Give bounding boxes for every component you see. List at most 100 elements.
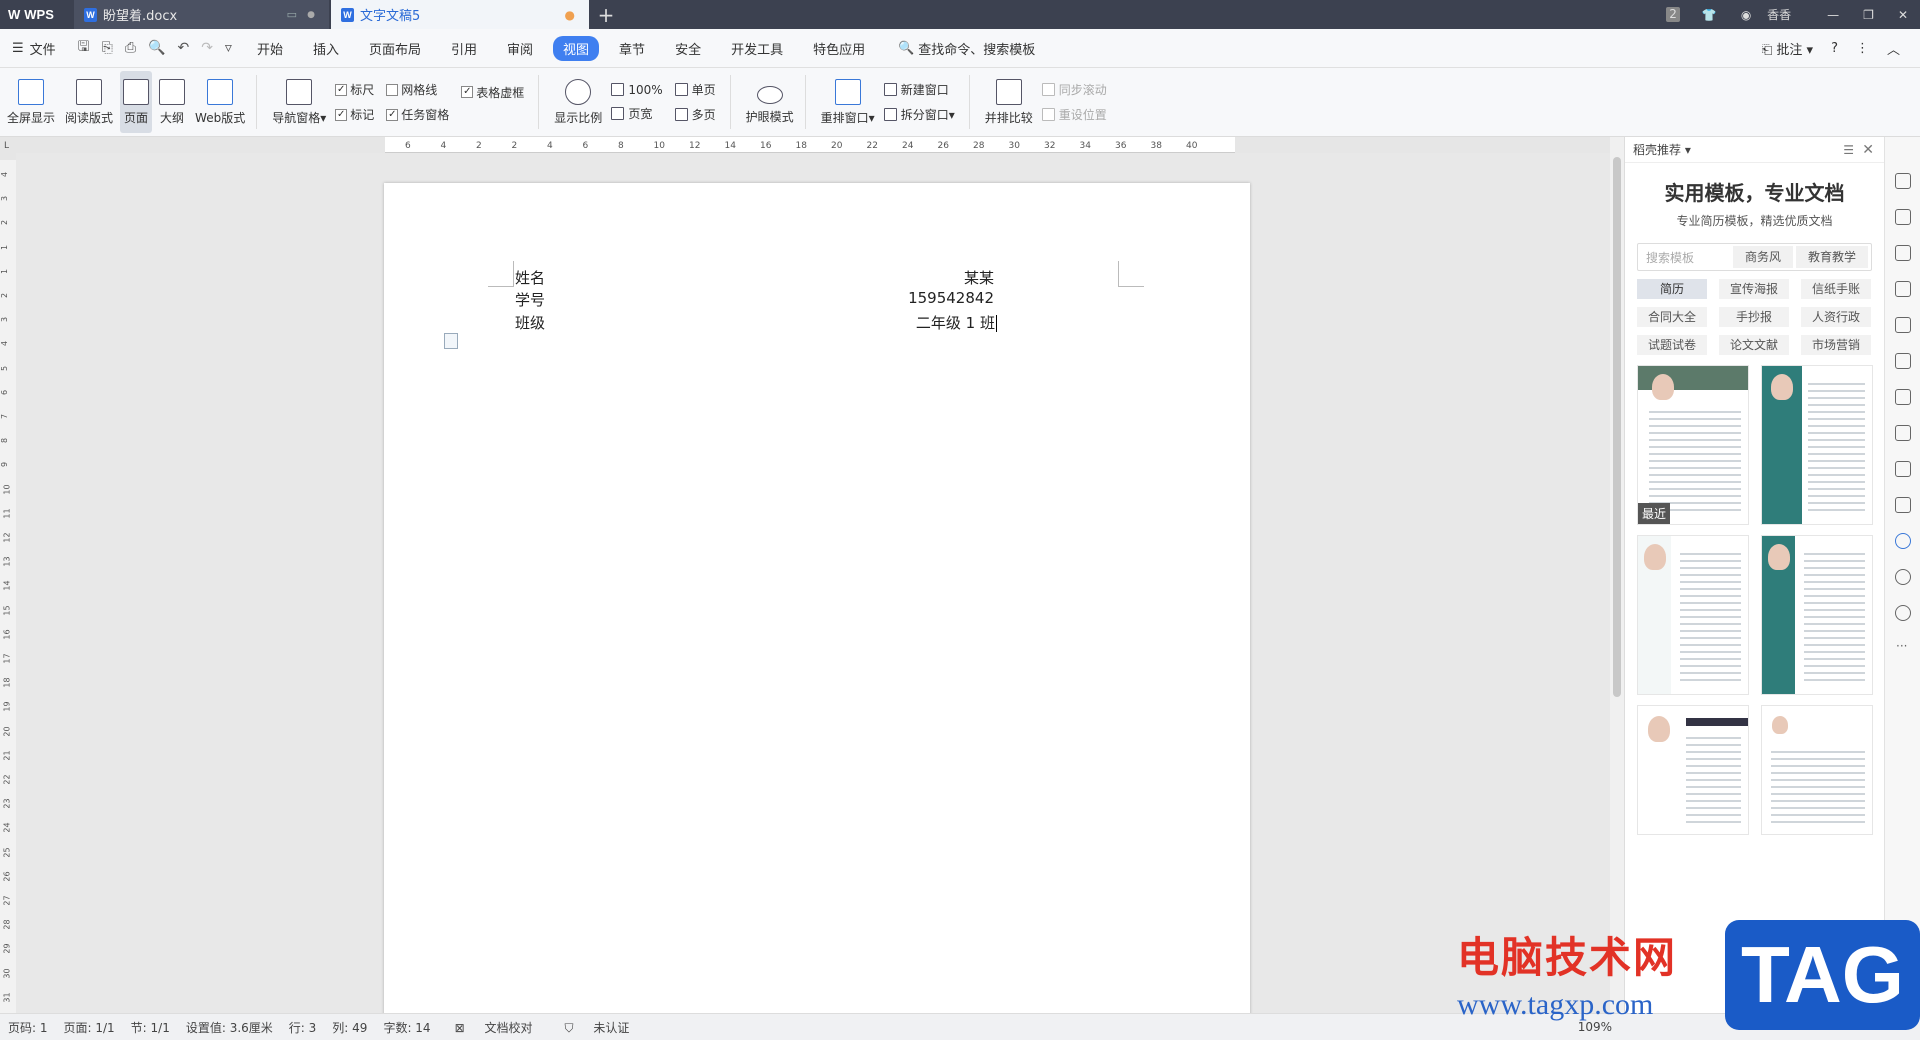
settings-icon[interactable] (1895, 353, 1911, 369)
copy-icon[interactable] (1895, 389, 1911, 405)
cert-status[interactable]: ⛉ 未认证 (548, 1019, 645, 1036)
scrollbar-thumb[interactable] (1613, 157, 1621, 697)
vertical-ruler[interactable]: 4 3 2 1 1 2 3 4 5 6 7 8 9 10 11 12 13 14 15 16 17 18 19 20 21 22 2… (0, 160, 16, 1015)
ruler-corner[interactable]: L (0, 137, 16, 159)
template-thumbnail[interactable] (1761, 535, 1873, 695)
side-by-side-button[interactable]: 并排比较 (982, 71, 1036, 133)
read-mode-button[interactable]: 阅读版式 (62, 71, 116, 133)
template-search-input[interactable]: 搜索模板 (1638, 249, 1733, 266)
side-panel-title-button[interactable]: 稻壳推荐 ▾ (1633, 141, 1691, 158)
annotate-button[interactable]: ⎗ 批注 ▾ (1762, 39, 1813, 58)
status-setting[interactable]: 设置值: 3.6厘米 (178, 1019, 281, 1036)
more-icon[interactable]: ··· (1896, 639, 1907, 653)
restore-button[interactable]: ❐ (1851, 8, 1886, 22)
panel-menu-icon[interactable]: ☰ (1843, 143, 1854, 157)
monitor-icon[interactable]: ▭ (287, 8, 297, 21)
tab-document-2[interactable]: W 文字文稿5 ● (331, 0, 589, 29)
category-poster[interactable]: 宣传海报 (1719, 279, 1789, 299)
template-thumbnail[interactable]: 最近 (1637, 365, 1749, 525)
shapes-icon[interactable] (1895, 245, 1911, 261)
zoom-100-button[interactable]: 100% (611, 83, 663, 97)
menu-security[interactable]: 安全 (665, 36, 711, 61)
menu-view[interactable]: 视图 (553, 35, 600, 61)
share-icon[interactable] (1895, 425, 1911, 441)
doc-text-name[interactable]: 姓名 (515, 267, 545, 288)
outline-button[interactable]: 大纲 (156, 71, 188, 133)
horizontal-ruler[interactable]: 6 4 2 2 4 6 8 10 12 14 16 18 20 22 24 26 28 30 32 34 36 38 40 (385, 137, 1235, 153)
doc-text-name-value[interactable]: 某某 (964, 267, 994, 288)
menu-insert[interactable]: 插入 (303, 36, 349, 61)
gridlines-checkbox[interactable]: 网格线 (386, 81, 449, 98)
zoom-button[interactable]: 显示比例 (551, 71, 605, 133)
status-page-number[interactable]: 页码: 1 (0, 1019, 56, 1036)
search-tag-business[interactable]: 商务风 (1732, 246, 1793, 268)
category-hr[interactable]: 人资行政 (1801, 307, 1871, 327)
table-dotted-checkbox[interactable]: ✓ 表格虚框 (461, 84, 524, 101)
print-preview-icon[interactable]: 🔍 (148, 40, 165, 56)
archive-icon[interactable] (1895, 461, 1911, 477)
paragraph-options-icon[interactable] (444, 333, 458, 349)
collapse-ribbon-icon[interactable]: ︿ (1887, 39, 1900, 58)
customize-icon[interactable]: ▿ (225, 40, 232, 56)
page-width-button[interactable]: 页宽 (611, 105, 662, 122)
category-letter[interactable]: 信纸手账 (1801, 279, 1871, 299)
close-window-button[interactable]: ✕ (1886, 8, 1920, 22)
save-icon[interactable]: 🖫 (78, 36, 90, 60)
proofread-button[interactable]: ⊠ 文档校对 (439, 1019, 549, 1036)
document-page[interactable]: 姓名 学号 班级 某某 159542842 二年级 1 班 (384, 183, 1250, 1013)
new-window-button[interactable]: 新建窗口 (883, 81, 955, 98)
single-page-button[interactable]: 单页 (674, 81, 716, 98)
redo-icon[interactable]: ↷ (201, 40, 213, 56)
template-thumbnail[interactable] (1637, 705, 1749, 835)
vertical-scrollbar[interactable] (1610, 137, 1624, 1013)
web-layout-button[interactable]: Web版式 (192, 71, 248, 133)
markup-checkbox[interactable]: ✓ 标记 (335, 106, 374, 123)
help-icon[interactable]: ? (1831, 41, 1838, 56)
minimize-button[interactable]: — (1815, 8, 1851, 22)
status-row[interactable]: 行: 3 (281, 1019, 325, 1036)
menu-references[interactable]: 引用 (441, 36, 487, 61)
template-thumbnail[interactable] (1761, 705, 1873, 835)
style-icon[interactable] (1895, 281, 1911, 297)
wps-logo[interactable]: W WPS (0, 0, 74, 29)
ruler-checkbox[interactable]: ✓ 标尺 (335, 81, 374, 98)
template-thumbnail[interactable] (1761, 365, 1873, 525)
status-section[interactable]: 节: 1/1 (123, 1019, 178, 1036)
status-pages[interactable]: 页面: 1/1 (56, 1019, 123, 1036)
doc-text-id-value[interactable]: 159542842 (908, 289, 994, 307)
close-icon[interactable]: ✕ (1862, 142, 1874, 158)
fullscreen-button[interactable]: 全屏显示 (4, 71, 58, 133)
menu-developer[interactable]: 开发工具 (721, 36, 793, 61)
sync-scroll-button[interactable]: 同步滚动 (1041, 81, 1107, 98)
new-tab-button[interactable]: + (589, 0, 623, 29)
doc-text-class-line[interactable]: 二年级 1 班 (916, 312, 997, 333)
category-handcopy[interactable]: 手抄报 (1719, 307, 1789, 327)
backup-icon[interactable] (1895, 569, 1911, 585)
menu-review[interactable]: 审阅 (497, 36, 543, 61)
tab-dot-icon[interactable]: ● (307, 10, 315, 20)
command-search[interactable]: 🔍 查找命令、搜索模板 (880, 39, 1035, 58)
image-icon[interactable] (1895, 497, 1911, 513)
document-canvas[interactable]: 姓名 学号 班级 某某 159542842 二年级 1 班 (16, 153, 1610, 1013)
menu-home[interactable]: 开始 (247, 36, 293, 61)
status-column[interactable]: 列: 49 (324, 1019, 375, 1036)
template-thumbnail[interactable] (1637, 535, 1749, 695)
eye-mode-button[interactable]: 护眼模式 (743, 71, 797, 133)
user-avatar[interactable]: ◉ 香香 (1729, 6, 1815, 23)
status-word-count[interactable]: 字数: 14 (375, 1019, 438, 1036)
task-pane-checkbox[interactable]: ✓ 任务窗格 (386, 106, 449, 123)
menu-page-layout[interactable]: 页面布局 (359, 36, 431, 61)
reset-position-button[interactable]: 重设位置 (1041, 106, 1107, 123)
menu-special[interactable]: 特色应用 (803, 36, 875, 61)
doc-text-class[interactable]: 班级 (515, 312, 545, 333)
category-contract[interactable]: 合同大全 (1637, 307, 1707, 327)
cursor-icon[interactable] (1895, 209, 1911, 225)
file-menu[interactable]: ☰ 文件 (0, 39, 68, 58)
unsaved-dot-icon[interactable]: ● (565, 8, 575, 22)
arrange-window-button[interactable]: 重排窗口▾ (818, 71, 878, 133)
window-count-badge[interactable]: 2 (1666, 7, 1680, 22)
split-window-button[interactable]: 拆分窗口▾ (883, 106, 955, 123)
category-paper[interactable]: 论文文献 (1719, 335, 1789, 355)
undo-icon[interactable]: ↶ (177, 40, 189, 56)
category-marketing[interactable]: 市场营销 (1801, 335, 1871, 355)
